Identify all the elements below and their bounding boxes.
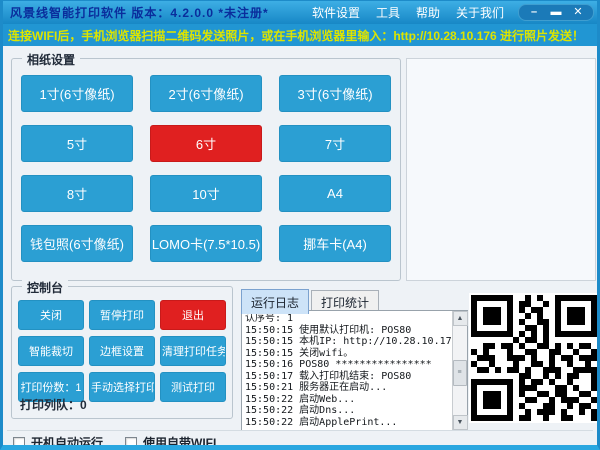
footer-divider	[7, 430, 593, 431]
qr-code	[469, 293, 599, 423]
paper-size-button[interactable]: 7寸	[279, 125, 391, 162]
paper-size-grid: 1寸(6寸像纸) 2寸(6寸像纸) 3寸(6寸像纸) 5寸 6寸 7寸 8寸 10寸 A4 钱包照…	[21, 75, 391, 262]
paper-size-button[interactable]: LOMO卡(7.5*10.5)	[150, 225, 262, 262]
paper-settings-group: 相纸设置 1寸(6寸像纸)2寸(6寸像纸)3寸(6寸像纸)5寸6寸7寸8寸10寸…	[11, 58, 401, 281]
console-button[interactable]: 清理打印任务	[160, 336, 226, 366]
checkbox-label: 使用自带WIFI	[143, 434, 216, 450]
paper-size-button[interactable]: A4	[279, 175, 391, 212]
print-queue-label: 打印列队：0	[20, 396, 87, 413]
log-line: 15:50:22 启动Dns...	[245, 405, 449, 417]
console-button[interactable]: 退出	[160, 300, 226, 330]
console-button[interactable]: 边框设置	[89, 336, 155, 366]
console-button[interactable]: 测试打印	[160, 372, 226, 402]
menu-item[interactable]: 关于我们	[456, 4, 504, 21]
scroll-thumb[interactable]: ≡	[453, 360, 467, 386]
log-line: 认序号: 1	[245, 313, 449, 325]
paper-settings-title: 相纸设置	[22, 51, 80, 68]
console-title: 控制台	[22, 279, 68, 296]
paper-size-button[interactable]: 3寸(6寸像纸)	[279, 75, 391, 112]
titlebar-menu: 软件设置工具帮助关于我们	[312, 4, 504, 21]
log-line: 15:50:15 使用默认打印机: POS80	[245, 325, 449, 337]
paper-size-button[interactable]: 钱包照(6寸像纸)	[21, 225, 133, 262]
close-icon[interactable]: ✕	[569, 5, 587, 19]
checkbox-item[interactable]: 开机自动运行	[13, 434, 103, 450]
paper-size-button[interactable]: 1寸(6寸像纸)	[21, 75, 133, 112]
window-controls: –▬ ✕	[518, 4, 594, 21]
log-box: 认序号: 115:50:15 使用默认打印机: POS8015:50:15 本机…	[241, 310, 468, 431]
tab-run-log[interactable]: 运行日志	[241, 289, 309, 314]
checkbox-label: 开机自动运行	[31, 434, 103, 450]
log-lines: 认序号: 115:50:15 使用默认打印机: POS8015:50:15 本机…	[242, 311, 452, 430]
notice-text: 连接WIFI后，手机浏览器扫描二维码发送照片，或在手机浏览器里输入：http:/…	[8, 27, 584, 44]
app-title: 风景线智能打印软件 版本：4.2.0.0 *未注册*	[10, 4, 269, 21]
maximize-icon[interactable]: ▬	[547, 5, 565, 19]
paper-size-button[interactable]: 6寸	[150, 125, 262, 162]
log-line: 15:50:22 启动Web...	[245, 394, 449, 406]
footer-checkbox-row: 开机自动运行 使用自带WIFI	[13, 434, 216, 450]
log-scrollbar[interactable]: ▲ ≡ ▼	[452, 311, 467, 430]
console-button[interactable]: 暂停打印	[89, 300, 155, 330]
photo-preview-panel	[406, 58, 596, 281]
log-line: 15:50:21 服务器正在启动...	[245, 382, 449, 394]
paper-size-button[interactable]: 5寸	[21, 125, 133, 162]
paper-size-button[interactable]: 10寸	[150, 175, 262, 212]
paper-size-button[interactable]: 2寸(6寸像纸)	[150, 75, 262, 112]
titlebar: 风景线智能打印软件 版本：4.2.0.0 *未注册* 软件设置工具帮助关于我们 …	[0, 0, 600, 24]
notice-bar: 连接WIFI后，手机浏览器扫描二维码发送照片，或在手机浏览器里输入：http:/…	[0, 24, 600, 46]
checkbox-icon[interactable]	[13, 437, 25, 449]
log-line: 15:50:22 启动ApplePrint...	[245, 417, 449, 429]
checkbox-item[interactable]: 使用自带WIFI	[125, 434, 216, 450]
console-button[interactable]: 关闭	[18, 300, 84, 330]
console-group: 控制台 关闭暂停打印退出智能裁切边框设置清理打印任务打印份数：1手动选择打印测试…	[11, 286, 233, 419]
log-line: 15:50:16 POS80 ****************	[245, 359, 449, 371]
scroll-track[interactable]: ≡	[453, 326, 468, 415]
console-button-grid: 关闭暂停打印退出智能裁切边框设置清理打印任务打印份数：1手动选择打印测试打印	[18, 300, 226, 402]
console-button[interactable]: 智能裁切	[18, 336, 84, 366]
menu-item[interactable]: 帮助	[416, 4, 440, 21]
paper-size-button[interactable]: 8寸	[21, 175, 133, 212]
menu-item[interactable]: 软件设置	[312, 4, 360, 21]
menu-item[interactable]: 工具	[376, 4, 400, 21]
scroll-up-icon[interactable]: ▲	[453, 311, 468, 326]
log-line: 15:50:15 关闭wifi。	[245, 348, 449, 360]
console-button[interactable]: 手动选择打印	[89, 372, 155, 402]
thumb-grip-icon: ≡	[457, 371, 461, 374]
paper-size-button[interactable]: 挪车卡(A4)	[279, 225, 391, 262]
log-line: 15:50:17 载入打印机结束: POS80	[245, 371, 449, 383]
minimize-icon[interactable]: –	[525, 5, 543, 19]
scroll-down-icon[interactable]: ▼	[453, 415, 468, 430]
checkbox-icon[interactable]	[125, 437, 137, 449]
app-window: 风景线智能打印软件 版本：4.2.0.0 *未注册* 软件设置工具帮助关于我们 …	[0, 0, 600, 450]
log-line: 15:50:15 本机IP: http://10.28.10.176/	[245, 336, 449, 348]
